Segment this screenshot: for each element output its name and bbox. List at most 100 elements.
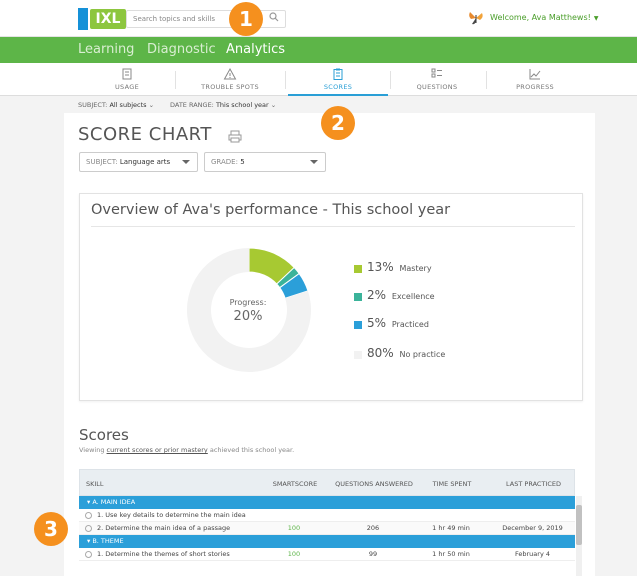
legend-pct: 80% bbox=[367, 346, 394, 360]
last-practiced-cell: December 9, 2019 bbox=[502, 524, 563, 532]
search-icon[interactable] bbox=[269, 12, 279, 22]
skill-name: 2. Determine the main idea of a passage bbox=[97, 524, 231, 532]
date-range-filter[interactable]: DATE RANGE: This school year ⌄ bbox=[170, 101, 276, 109]
legend-swatch bbox=[354, 321, 362, 329]
scrollbar-thumb[interactable] bbox=[576, 505, 582, 545]
skill-name: 1. Use key details to determine the main… bbox=[97, 511, 246, 519]
caret-down-icon bbox=[310, 160, 318, 164]
scores-sub-suffix: achieved this school year. bbox=[207, 446, 295, 454]
step-marker-1: 1 bbox=[229, 2, 263, 36]
butterfly-avatar-icon[interactable] bbox=[467, 9, 485, 27]
legend-text: 80% No practice bbox=[367, 346, 445, 360]
welcome-menu[interactable]: Welcome, Ava Matthews! ▼ bbox=[490, 13, 598, 22]
overview-card bbox=[79, 193, 583, 401]
skill-status-icon bbox=[85, 525, 92, 532]
filter-label: SUBJECT: bbox=[78, 101, 108, 109]
table-row[interactable]: 2. Determine the main idea of a passage … bbox=[79, 522, 575, 535]
logo-square bbox=[78, 8, 88, 30]
time-cell: 1 hr 49 min bbox=[432, 524, 470, 532]
table-row[interactable]: 1. Determine the themes of short stories… bbox=[79, 548, 575, 561]
legend-pct: 2% bbox=[367, 288, 387, 302]
last-practiced-cell: February 4 bbox=[514, 550, 550, 558]
skill-name: 1. Determine the themes of short stories bbox=[97, 550, 230, 558]
usage-icon bbox=[122, 68, 132, 80]
header-smartscore[interactable]: SMARTSCORE bbox=[255, 470, 335, 497]
header-last-practiced[interactable]: LAST PRACTICED bbox=[491, 470, 575, 497]
subtab-label: USAGE bbox=[115, 83, 139, 91]
step-marker-2: 2 bbox=[321, 106, 355, 140]
select-label: GRADE: bbox=[211, 158, 238, 166]
warning-icon bbox=[223, 67, 237, 80]
filter-bar: SUBJECT: All subjects ⌄ DATE RANGE: This… bbox=[0, 96, 637, 113]
scores-title: Scores bbox=[79, 426, 129, 444]
subtab-scores[interactable]: SCORES bbox=[288, 63, 388, 96]
smartscore-cell: 100 bbox=[287, 550, 301, 558]
page-title: SCORE CHART bbox=[78, 124, 212, 145]
legend-swatch bbox=[354, 351, 362, 359]
scores-sub-prefix: Viewing bbox=[79, 446, 107, 454]
scores-table: SKILL SMARTSCORE QUESTIONS ANSWERED TIME… bbox=[79, 469, 575, 576]
filter-value: This school year bbox=[215, 101, 269, 109]
divider bbox=[285, 71, 286, 89]
progress-value: 20% bbox=[233, 309, 263, 324]
header-questions[interactable]: QUESTIONS ANSWERED bbox=[335, 470, 413, 497]
scores-mode-link[interactable]: current scores or prior mastery bbox=[107, 446, 208, 454]
tab-analytics[interactable]: Analytics bbox=[226, 42, 285, 57]
header-time[interactable]: TIME SPENT bbox=[413, 470, 491, 497]
chevron-down-icon: ⌄ bbox=[148, 101, 155, 109]
analytics-subtabs: USAGE TROUBLE SPOTS SCORES QUESTIONS PRO… bbox=[0, 63, 637, 96]
subtab-label: PROGRESS bbox=[516, 83, 554, 91]
select-value: 5 bbox=[240, 158, 245, 166]
progress-label: Progress: bbox=[229, 298, 267, 307]
caret-down-icon bbox=[182, 160, 190, 164]
table-header: SKILL SMARTSCORE QUESTIONS ANSWERED TIME… bbox=[79, 469, 575, 496]
section-header-theme[interactable]: ▾ B. THEME bbox=[79, 535, 575, 548]
table-row[interactable]: 1. Use key details to determine the main… bbox=[79, 509, 575, 522]
header-skill[interactable]: SKILL bbox=[80, 470, 255, 497]
caret-down-icon: ▼ bbox=[593, 15, 599, 22]
divider bbox=[91, 226, 575, 227]
grade-select[interactable]: GRADE: 5 bbox=[204, 152, 326, 172]
subtab-label: TROUBLE SPOTS bbox=[201, 83, 259, 91]
overview-title: Overview of Ava's performance - This sch… bbox=[91, 202, 451, 218]
legend-name: No practice bbox=[399, 350, 446, 359]
subtab-progress[interactable]: PROGRESS bbox=[485, 63, 585, 96]
list-icon bbox=[431, 68, 442, 78]
subtab-usage[interactable]: USAGE bbox=[77, 63, 177, 96]
filter-value: All subjects bbox=[109, 101, 147, 109]
logo-text: IXL bbox=[90, 9, 126, 29]
legend-text: 2% Excellence bbox=[367, 288, 435, 302]
legend-text: 13% Mastery bbox=[367, 260, 432, 274]
subtab-questions[interactable]: QUESTIONS bbox=[387, 63, 487, 96]
select-value: Language arts bbox=[119, 158, 171, 166]
chart-icon bbox=[529, 69, 541, 80]
print-icon[interactable] bbox=[228, 130, 242, 143]
skill-status-icon bbox=[85, 512, 92, 519]
select-label: SUBJECT: bbox=[86, 158, 118, 166]
clipboard-icon bbox=[333, 68, 343, 80]
subject-filter[interactable]: SUBJECT: All subjects ⌄ bbox=[78, 101, 154, 109]
subject-select[interactable]: SUBJECT: Language arts bbox=[79, 152, 198, 172]
questions-cell: 206 bbox=[366, 524, 380, 532]
smartscore-cell: 100 bbox=[287, 524, 301, 532]
subtab-label: QUESTIONS bbox=[416, 83, 458, 91]
top-bar: IXL Search topics and skills Welcome, Av… bbox=[0, 0, 637, 37]
scores-subtitle: Viewing current scores or prior mastery … bbox=[79, 446, 294, 454]
legend-pct: 13% bbox=[367, 260, 394, 274]
tab-diagnostic[interactable]: Diagnostic bbox=[147, 42, 216, 57]
main-nav: Learning Diagnostic Analytics bbox=[0, 37, 637, 63]
legend-name: Excellence bbox=[391, 292, 435, 301]
section-header-main-idea[interactable]: ▾ A. MAIN IDEA bbox=[79, 496, 575, 509]
step-marker-3: 3 bbox=[34, 512, 68, 546]
chevron-down-icon: ⌄ bbox=[270, 101, 277, 109]
time-cell: 1 hr 50 min bbox=[432, 550, 470, 558]
ixl-logo[interactable]: IXL bbox=[78, 8, 126, 30]
tab-learning[interactable]: Learning bbox=[78, 42, 134, 57]
welcome-text: Welcome, Ava Matthews! bbox=[490, 13, 591, 22]
subtab-label: SCORES bbox=[323, 83, 353, 91]
subtab-trouble-spots[interactable]: TROUBLE SPOTS bbox=[180, 63, 280, 96]
legend-pct: 5% bbox=[367, 316, 387, 330]
questions-cell: 99 bbox=[368, 550, 378, 558]
legend-text: 5% Practiced bbox=[367, 316, 429, 330]
divider bbox=[175, 71, 176, 89]
